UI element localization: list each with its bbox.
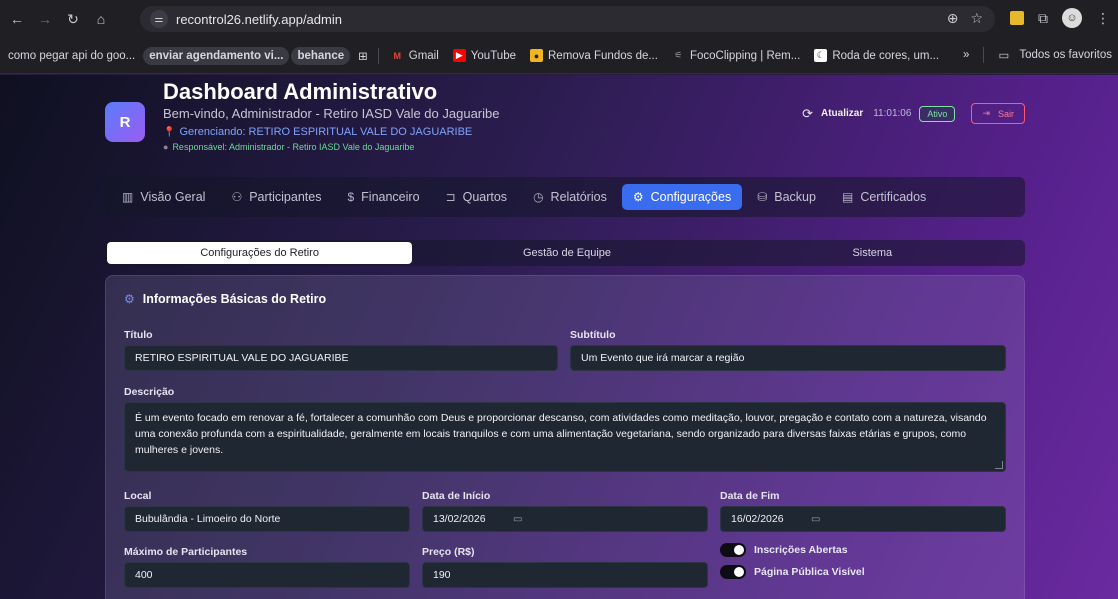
bookmark-item[interactable]: ⚟ FocoClipping | Rem... (666, 46, 806, 65)
max-participants-input[interactable]: 400 (124, 562, 410, 588)
user-icon: ● (163, 142, 169, 152)
tab-financeiro[interactable]: $ Financeiro (336, 184, 430, 210)
bed-icon: ⊐ (445, 190, 456, 204)
refresh-icon[interactable]: ⟳ (802, 106, 813, 122)
public-page-toggle-row: Página Pública Visível (720, 565, 865, 579)
extensions-puzzle-icon[interactable]: ⧉ (1038, 10, 1048, 27)
tab-relatorios[interactable]: ◷ Relatórios (522, 184, 618, 210)
more-bookmarks-icon[interactable]: » (963, 49, 969, 61)
address-bar[interactable]: ⚌ recontrol26.netlify.app/admin ⊕ ☆ (140, 6, 995, 32)
extension-icon[interactable] (1010, 11, 1024, 25)
app-page: R Dashboard Administrativo Bem-vindo, Ad… (0, 75, 1118, 599)
dashboard-header: R Dashboard Administrativo Bem-vindo, Ad… (105, 75, 1025, 163)
chart-icon: ▥ (122, 190, 134, 204)
description-label: Descrição (124, 386, 175, 398)
public-page-toggle[interactable] (720, 565, 746, 579)
tab-quartos[interactable]: ⊐ Quartos (435, 184, 519, 210)
responsible-text: ● Responsável: Administrador - Retiro IA… (163, 142, 415, 152)
subtitle-label: Subtítulo (570, 329, 616, 341)
bookmark-divider (983, 47, 985, 63)
subtab-sistema[interactable]: Sistema (720, 240, 1025, 266)
tab-configuracoes[interactable]: ⚙ Configurações (621, 184, 743, 210)
refresh-button[interactable]: Atualizar (821, 108, 863, 119)
welcome-text: Bem-vindo, Administrador - Retiro IASD V… (163, 106, 500, 121)
logout-icon: ⇥ (982, 108, 990, 118)
home-icon[interactable]: ⌂ (90, 8, 112, 30)
location-label: Local (124, 490, 152, 502)
basic-info-card: ⚙ Informações Básicas do Retiro Título R… (105, 275, 1025, 599)
profile-avatar[interactable]: ☺ (1062, 8, 1082, 28)
document-icon: ▤ (841, 190, 854, 204)
all-bookmarks-link[interactable]: Todos os favoritos (1019, 49, 1112, 61)
location-pin-icon: 📍 (163, 126, 176, 138)
calendar-icon[interactable]: ▭ (513, 514, 522, 525)
gear-icon: ⚙ (632, 190, 644, 204)
gear-icon: ⚙ (124, 292, 135, 306)
title-label: Título (124, 329, 153, 341)
settings-subtabs: Configurações do Retiro Gestão de Equipe… (105, 240, 1025, 266)
title-input[interactable]: RETIRO ESPIRITUAL VALE DO JAGUARIBE (124, 345, 558, 371)
subtitle-input[interactable]: Um Evento que irá marcar a região (570, 345, 1006, 371)
resize-handle-icon[interactable] (995, 461, 1003, 469)
max-participants-label: Máximo de Participantes (124, 546, 248, 558)
main-nav: ▥ Visão Geral ⚇ Participantes $ Financeiro … (105, 177, 1025, 217)
description-textarea[interactable]: É um evento focado em renovar a fé, fort… (124, 402, 1006, 472)
start-date-label: Data de Início (422, 490, 491, 502)
status-badge: Ativo (919, 105, 956, 122)
forward-icon[interactable]: → (34, 8, 56, 30)
calendar-icon[interactable]: ▭ (811, 514, 820, 525)
reload-icon[interactable]: ↻ (62, 8, 84, 30)
price-input[interactable]: 190 (422, 562, 708, 588)
zoom-icon[interactable]: ⊕ (947, 10, 959, 27)
menu-kebab-icon[interactable]: ⋮ (1096, 10, 1110, 27)
bookmarks-bar: como pegar api do goo... enviar agendame… (0, 38, 1118, 74)
page-title: Dashboard Administrativo (163, 79, 438, 104)
registrations-open-toggle[interactable] (720, 543, 746, 557)
card-title: ⚙ Informações Básicas do Retiro (124, 292, 327, 306)
fococlipping-icon: ⚟ (674, 50, 683, 60)
color-wheel-icon: ☾ (814, 49, 828, 62)
subtab-gestao-equipe[interactable]: Gestão de Equipe (414, 240, 719, 266)
app-logo: R (105, 102, 145, 142)
bookmark-item[interactable]: M Gmail (385, 46, 445, 65)
tab-visao-geral[interactable]: ▥ Visão Geral (111, 184, 216, 210)
database-icon: ⛁ (757, 190, 768, 204)
dollar-icon: $ (347, 190, 355, 204)
tab-backup[interactable]: ⛁ Backup (746, 184, 827, 210)
last-update-time: 11:01:06 (873, 108, 912, 119)
location-input[interactable]: Bubulândia - Limoeiro do Norte (124, 506, 410, 532)
youtube-icon: ▶ (452, 49, 466, 62)
start-date-input[interactable]: 13/02/2026 ▭ (422, 506, 708, 532)
bookmark-item[interactable]: enviar agendamento vi... (143, 46, 290, 65)
bookmark-item[interactable]: ☾ Roda de cores, um... (808, 46, 945, 65)
end-date-input[interactable]: 16/02/2026 ▭ (720, 506, 1006, 532)
tab-participantes[interactable]: ⚇ Participantes (220, 184, 332, 210)
address-url: recontrol26.netlify.app/admin (176, 11, 342, 27)
managing-retreat: 📍 Gerenciando: RETIRO ESPIRITUAL VALE DO… (163, 126, 473, 138)
bookmark-item[interactable]: ● Remova Fundos de... (524, 46, 664, 65)
price-label: Preço (R$) (422, 546, 475, 558)
subtab-configuracoes-retiro[interactable]: Configurações do Retiro (107, 242, 413, 264)
bookmark-star-icon[interactable]: ☆ (970, 10, 983, 27)
logout-button[interactable]: ⇥ Sair (971, 103, 1025, 124)
clock-icon: ◷ (533, 190, 544, 204)
back-icon[interactable]: ← (6, 8, 28, 30)
tab-certificados[interactable]: ▤ Certificados (831, 184, 937, 210)
all-bookmarks-folder-icon[interactable]: ▭ (998, 48, 1009, 62)
end-date-label: Data de Fim (720, 490, 780, 502)
browser-toolbar: ← → ↻ ⌂ ⚌ recontrol26.netlify.app/admin … (0, 0, 1118, 38)
bookmark-item[interactable]: ▶ YouTube (447, 46, 522, 65)
registrations-open-toggle-row: Inscrições Abertas (720, 543, 848, 557)
users-icon: ⚇ (231, 190, 243, 204)
bookmark-item[interactable]: como pegar api do goo... (2, 47, 141, 65)
site-info-icon[interactable]: ⚌ (150, 10, 168, 28)
bookmark-item[interactable]: behance (291, 46, 351, 65)
gmail-icon: M (393, 50, 402, 61)
apps-grid-icon[interactable]: ⊞ (352, 46, 374, 66)
removebg-icon: ● (530, 49, 543, 62)
bookmark-divider (377, 47, 379, 64)
